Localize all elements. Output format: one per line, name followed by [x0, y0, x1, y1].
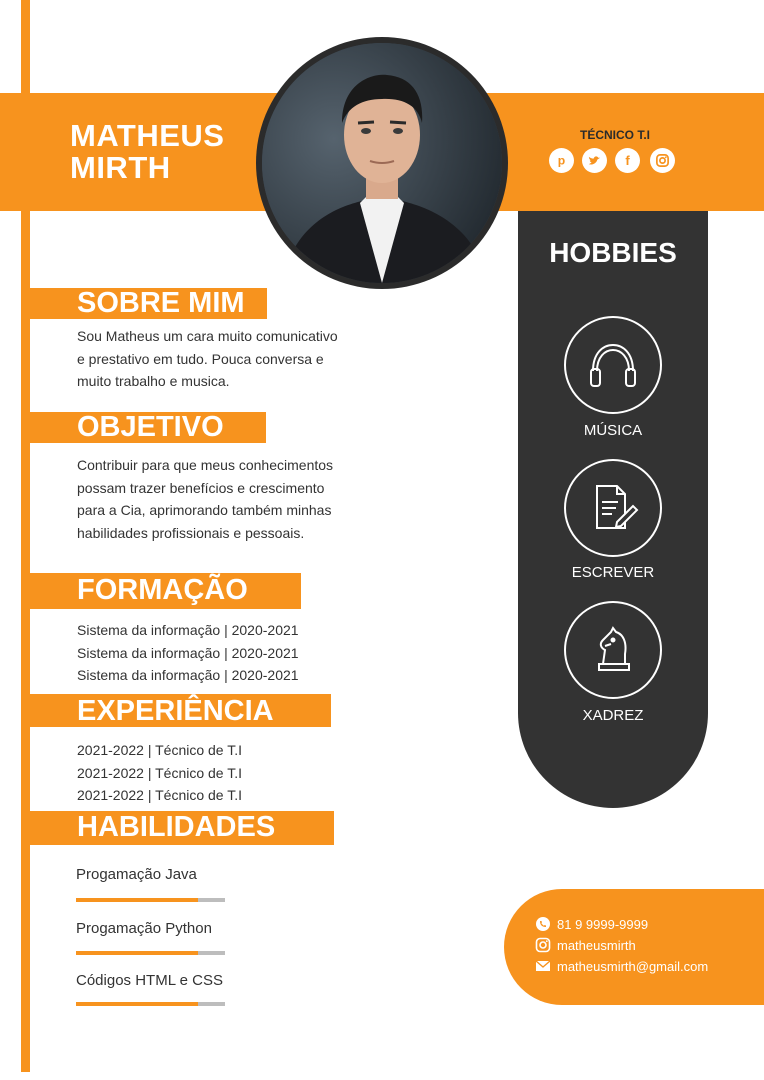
hobbies-title: HOBBIES — [549, 237, 677, 268]
name-first: MATHEUS — [70, 118, 225, 153]
contact-instagram[interactable]: matheusmirth — [535, 937, 636, 953]
objective-line: possam trazer benefícios e crescimento — [77, 479, 325, 496]
job-title: TÉCNICO T.I — [579, 128, 650, 142]
instagram-handle: matheusmirth — [557, 937, 636, 953]
phone-number: 81 9 9999-9999 — [557, 916, 649, 932]
instagram-icon[interactable] — [650, 148, 675, 173]
about-line: muito trabalho e musica. — [77, 373, 230, 389]
objective-line: habilidades profissionais e pessoais. — [77, 524, 305, 541]
email-address: matheusmirth@gmail.com — [557, 958, 709, 974]
hobby-label-chess: XADREZ — [582, 707, 644, 724]
mail-icon — [535, 960, 551, 971]
skill-name: Progamação Python — [76, 920, 212, 937]
objective-text: Contribuir para que meus conhecimentos p… — [77, 454, 407, 544]
svg-text:f: f — [625, 153, 630, 168]
skill-name: Códigos HTML e CSS — [76, 972, 223, 989]
skill-bar — [76, 951, 225, 955]
about-line: Sou Matheus um cara muito comunicativo — [77, 328, 338, 344]
chess-knight-icon — [564, 601, 662, 699]
skill-bar — [76, 1002, 225, 1006]
skill-bar — [76, 898, 225, 902]
about-heading: SOBRE MIM — [77, 287, 245, 319]
profile-photo — [262, 43, 502, 283]
education-item: Sistema da informação | 2020-2021 — [77, 667, 299, 683]
facebook-icon[interactable]: f — [615, 148, 640, 173]
name-last: MIRTH — [70, 150, 171, 185]
objective-line: para a Cia, aprimorando também minhas — [77, 502, 332, 518]
hobby-label-music: MÚSICA — [583, 422, 643, 439]
experience-heading: EXPERIÊNCIA — [77, 695, 274, 727]
contact-email[interactable]: matheusmirth@gmail.com — [535, 958, 708, 974]
education-heading: FORMAÇÃO — [77, 574, 248, 606]
education-item: Sistema da informação | 2020-2021 — [77, 644, 299, 661]
whatsapp-icon — [536, 917, 550, 931]
skill-bar-fill — [76, 951, 199, 955]
contact-phone[interactable]: 81 9 9999-9999 — [535, 916, 648, 932]
skill-name: Progamação Java — [76, 866, 197, 883]
objective-heading: OBJETIVO — [77, 411, 224, 443]
portrait-illustration — [262, 43, 502, 283]
svg-text:p: p — [558, 154, 565, 168]
skills-heading: HABILIDADES — [77, 811, 276, 843]
skill-bar-fill — [76, 898, 199, 902]
experience-item: 2021-2022 | Técnico de T.I — [77, 742, 243, 758]
education-item: Sistema da informação | 2020-2021 — [77, 622, 299, 638]
experience-item: 2021-2022 | Técnico de T.I — [77, 764, 243, 781]
about-line: e prestativo em tudo. Pouca conversa e — [77, 350, 324, 367]
experience-list: 2021-2022 | Técnico de T.I 2021-2022 | T… — [77, 739, 242, 807]
skill-bar-fill — [76, 1002, 199, 1006]
twitter-icon[interactable] — [582, 148, 607, 173]
candidate-name: MATHEUS MIRTH — [70, 120, 224, 184]
hobby-label-writing: ESCREVER — [571, 564, 655, 581]
about-text: Sou Matheus um cara muito comunicativo e… — [77, 325, 407, 393]
education-list: Sistema da informação | 2020-2021 Sistem… — [77, 619, 299, 687]
document-pen-icon — [564, 459, 662, 557]
objective-line: Contribuir para que meus conhecimentos — [77, 457, 334, 473]
pinterest-icon[interactable]: p — [549, 148, 574, 173]
headphones-icon — [564, 316, 662, 414]
instagram-icon — [535, 937, 551, 953]
experience-item: 2021-2022 | Técnico de T.I — [77, 787, 243, 803]
